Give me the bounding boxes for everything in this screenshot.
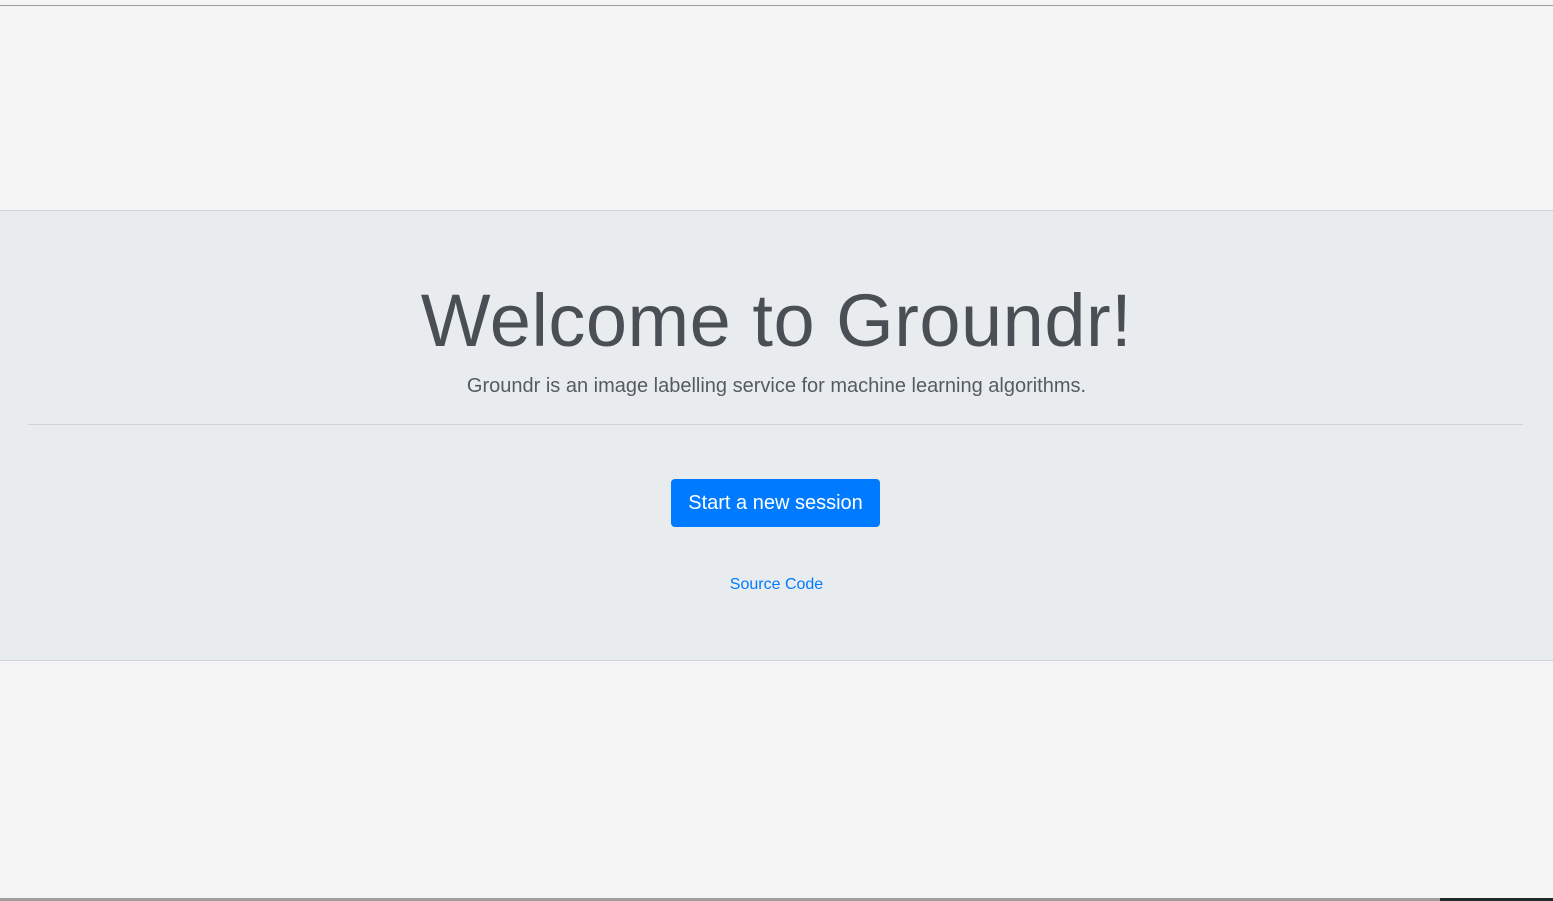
- start-new-session-button[interactable]: Start a new session: [671, 479, 880, 527]
- section-divider: [28, 424, 1523, 425]
- window-top-edge: [0, 0, 1553, 6]
- page-title: Welcome to Groundr!: [420, 279, 1133, 362]
- welcome-jumbotron: Welcome to Groundr! Groundr is an image …: [0, 210, 1553, 661]
- page-lead-text: Groundr is an image labelling service fo…: [466, 375, 1087, 397]
- source-code-link[interactable]: Source Code: [730, 576, 823, 593]
- source-code-link-row: Source Code: [0, 575, 1553, 595]
